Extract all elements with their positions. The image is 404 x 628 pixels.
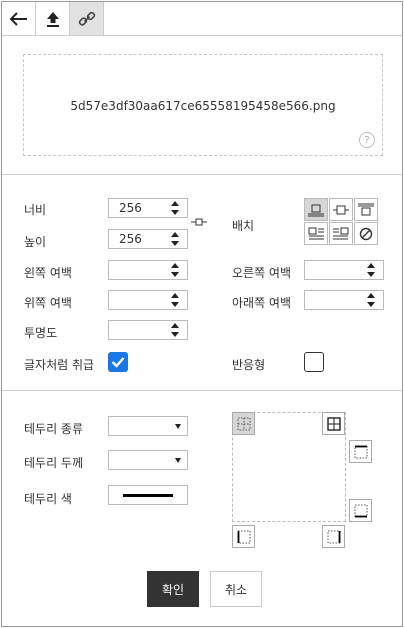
border-none-icon <box>237 417 250 430</box>
tab-bar <box>2 2 402 36</box>
spinner-arrows-icon[interactable] <box>367 293 375 307</box>
checkmark-icon <box>111 357 125 368</box>
align-float-right-icon <box>333 227 349 239</box>
bottom-margin-label: 아래쪽 여백 <box>232 296 292 310</box>
border-width-select[interactable] <box>108 450 188 470</box>
border-color-label: 테두리 색 <box>24 492 72 506</box>
height-spinner[interactable]: 256 <box>108 229 188 249</box>
image-dialog: 5d57e3df30aa617ce65558195458e566.png ? 너… <box>1 1 403 627</box>
border-type-select[interactable] <box>108 416 188 436</box>
dropdown-arrow-icon <box>175 458 181 463</box>
border-none-button[interactable] <box>232 412 255 435</box>
border-top-icon <box>354 445 367 458</box>
divider <box>2 390 402 391</box>
border-color-swatch[interactable] <box>108 485 188 505</box>
width-spinner[interactable]: 256 <box>108 198 188 218</box>
arrow-left-icon <box>9 11 27 26</box>
spinner-arrows-icon[interactable] <box>171 323 179 337</box>
border-all-icon <box>326 416 341 431</box>
align-inline-middle-button[interactable] <box>329 198 353 221</box>
spinner-arrows-icon[interactable] <box>171 201 179 215</box>
inline-label: 글자처럼 취급 <box>24 358 95 372</box>
height-label: 높이 <box>24 235 47 249</box>
file-name: 5d57e3df30aa617ce65558195458e566.png <box>70 99 336 113</box>
align-inline-top-icon <box>358 203 374 215</box>
bottom-margin-spinner[interactable] <box>304 290 384 310</box>
link-icon <box>78 11 95 26</box>
border-all-button[interactable] <box>322 412 345 435</box>
inline-checkbox[interactable] <box>108 352 128 372</box>
left-margin-spinner[interactable] <box>108 260 188 280</box>
upload-icon <box>46 11 59 27</box>
align-float-left-icon <box>308 227 324 239</box>
top-margin-spinner[interactable] <box>108 290 188 310</box>
right-margin-label: 오른쪽 여백 <box>232 266 292 280</box>
aspect-lock-icon[interactable] <box>191 217 207 227</box>
dropdown-arrow-icon <box>175 424 181 429</box>
align-inline-bottom-button[interactable] <box>304 198 328 221</box>
width-value: 256 <box>119 201 142 215</box>
opacity-label: 투명도 <box>24 326 58 340</box>
border-bottom-button[interactable] <box>349 499 372 522</box>
spinner-arrows-icon[interactable] <box>171 232 179 246</box>
border-top-button[interactable] <box>349 440 372 463</box>
spinner-arrows-icon[interactable] <box>367 263 375 277</box>
border-left-button[interactable] <box>232 525 255 548</box>
align-inline-middle-icon <box>333 205 349 214</box>
align-float-left-button[interactable] <box>304 222 328 245</box>
tab-upload[interactable] <box>36 2 70 35</box>
divider <box>2 174 402 175</box>
align-label: 배치 <box>232 219 255 233</box>
top-margin-label: 위쪽 여백 <box>24 296 72 310</box>
help-icon[interactable]: ? <box>359 132 375 148</box>
height-value: 256 <box>119 232 142 246</box>
border-width-label: 테두리 두께 <box>24 456 84 470</box>
width-label: 너비 <box>24 203 47 217</box>
spinner-arrows-icon[interactable] <box>171 293 179 307</box>
left-margin-label: 왼쪽 여백 <box>24 266 72 280</box>
opacity-spinner[interactable] <box>108 320 188 340</box>
align-float-right-button[interactable] <box>329 222 353 245</box>
align-inline-top-button[interactable] <box>354 198 378 221</box>
border-right-icon <box>327 530 340 543</box>
align-inline-bottom-icon <box>308 204 324 216</box>
spinner-arrows-icon[interactable] <box>171 263 179 277</box>
border-type-label: 테두리 종류 <box>24 422 84 436</box>
tab-back[interactable] <box>2 2 36 35</box>
cancel-button[interactable]: 취소 <box>210 571 262 607</box>
align-none-button[interactable] <box>354 222 378 245</box>
responsive-label: 반응형 <box>232 358 266 372</box>
border-left-icon <box>237 530 250 543</box>
border-right-button[interactable] <box>322 525 345 548</box>
responsive-checkbox[interactable] <box>304 352 324 372</box>
no-align-icon <box>359 227 373 240</box>
tab-link[interactable] <box>70 2 104 35</box>
ok-button[interactable]: 확인 <box>147 571 199 607</box>
right-margin-spinner[interactable] <box>304 260 384 280</box>
file-drop-area[interactable]: 5d57e3df30aa617ce65558195458e566.png ? <box>23 54 383 156</box>
border-bottom-icon <box>354 504 367 517</box>
